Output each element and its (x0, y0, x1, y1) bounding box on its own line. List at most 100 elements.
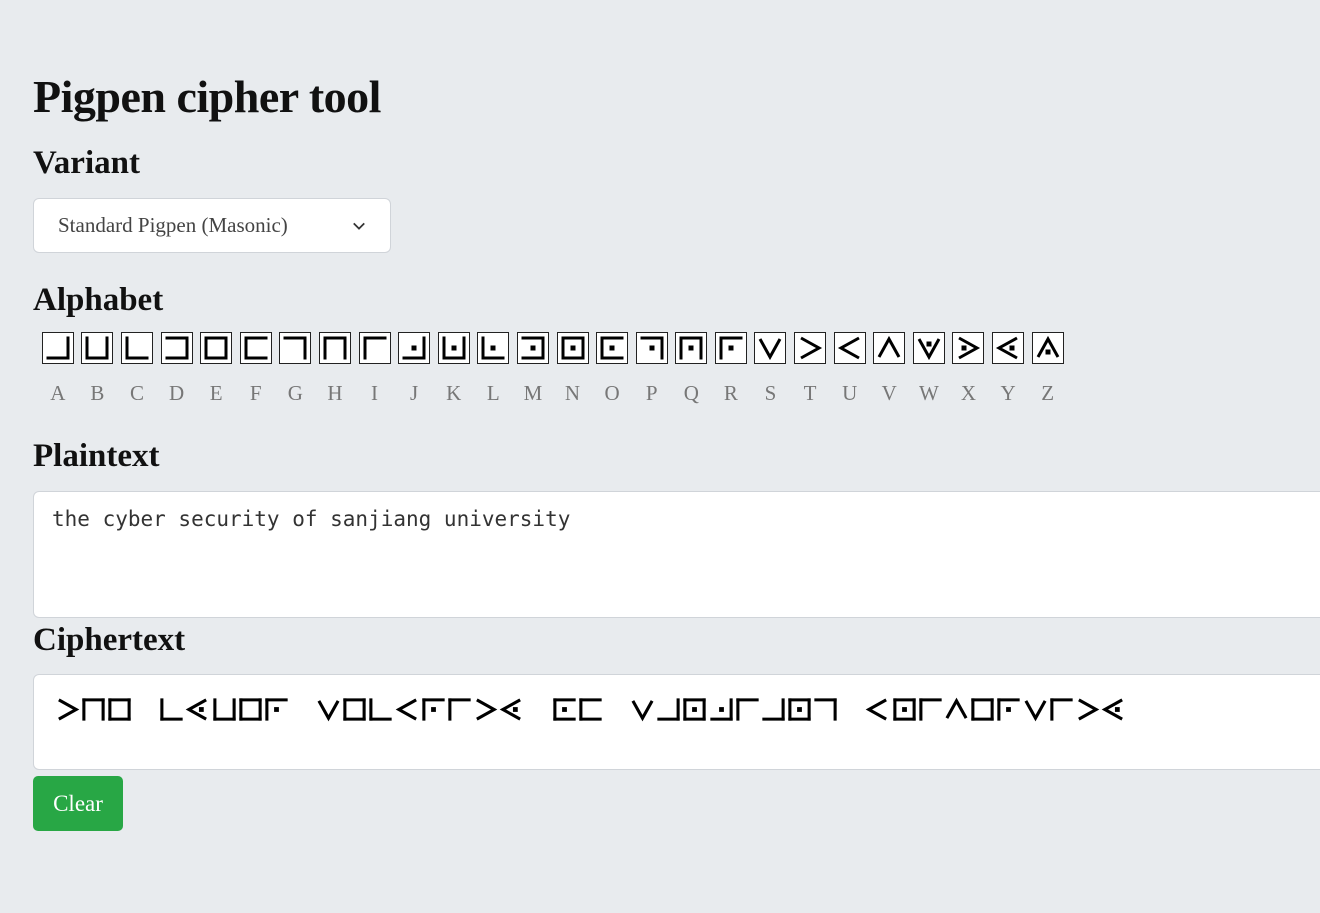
alphabet-entry: C (117, 332, 157, 406)
alphabet-letter: F (249, 381, 262, 405)
cipher-glyph-icon (106, 692, 132, 726)
pigpen-glyph-icon (200, 332, 233, 364)
cipher-glyph-icon (656, 692, 682, 726)
page-title: Pigpen cipher tool (33, 71, 381, 122)
cipher-glyph-icon (473, 692, 499, 726)
pigpen-glyph-icon (41, 332, 74, 364)
alphabet-entry: P (632, 332, 672, 406)
alphabet-letter: C (129, 381, 144, 405)
pigpen-glyph-icon (239, 332, 272, 364)
alphabet-entry: A (38, 332, 78, 406)
ciphertext-heading: Ciphertext (33, 622, 186, 658)
pigpen-glyph-icon (833, 332, 866, 364)
pigpen-glyph-icon (279, 332, 312, 364)
cipher-glyph-icon (760, 692, 786, 726)
pigpen-glyph-icon (1031, 332, 1064, 364)
alphabet-entry: S (751, 332, 791, 406)
plaintext-input[interactable]: the cyber security of sanjiang universit… (33, 491, 1320, 618)
pigpen-glyph-icon (477, 332, 510, 364)
alphabet-heading: Alphabet (33, 282, 164, 318)
cipher-glyph-icon (394, 692, 420, 726)
cipher-glyph-icon (970, 692, 996, 726)
variant-heading: Variant (33, 145, 140, 181)
alphabet-entry: F (236, 332, 276, 406)
alphabet-entry: Q (672, 332, 712, 406)
cipher-glyph-icon (1101, 692, 1127, 726)
alphabet-letter: O (604, 381, 620, 405)
alphabet-letter: D (168, 381, 185, 405)
clear-button[interactable]: Clear (33, 776, 123, 831)
alphabet-letter: A (50, 381, 66, 405)
alphabet-letter: G (287, 381, 303, 405)
cipher-glyph-icon (734, 692, 760, 726)
alphabet-entry: G (276, 332, 316, 406)
cipher-glyph-icon (1022, 692, 1048, 726)
alphabet-letter: J (410, 381, 419, 405)
cipher-glyph-icon (368, 692, 394, 726)
cipher-glyph-icon (237, 692, 263, 726)
alphabet-letter: S (764, 381, 777, 405)
cipher-glyph-icon (80, 692, 106, 726)
cipher-glyph-icon (682, 692, 708, 726)
alphabet-entry: I (355, 332, 395, 406)
alphabet-letter: B (90, 381, 105, 405)
pigpen-glyph-icon (635, 332, 668, 364)
alphabet-letter: H (327, 381, 343, 405)
pigpen-glyph-icon (437, 332, 470, 364)
variant-select[interactable]: Standard Pigpen (Masonic) (33, 198, 391, 253)
alphabet-entry: O (592, 332, 632, 406)
alphabet-letter: Z (1041, 381, 1055, 405)
cipher-glyph-icon (787, 692, 813, 726)
alphabet-entry: E (196, 332, 236, 406)
cipher-glyph-icon (420, 692, 446, 726)
alphabet-entry: Z (1028, 332, 1068, 406)
alphabet-table: ABCDE F GH I J KLMNO P QR S T UVWXY Z (38, 332, 1067, 406)
pigpen-glyph-icon (358, 332, 391, 364)
cipher-glyph-icon (1074, 692, 1100, 726)
pigpen-glyph-icon (398, 332, 431, 364)
alphabet-letter: U (842, 381, 858, 405)
pigpen-glyph-icon (120, 332, 153, 364)
pigpen-glyph-icon (675, 332, 708, 364)
cipher-glyph-icon (1048, 692, 1074, 726)
alphabet-entry: N (553, 332, 593, 406)
alphabet-letter: K (446, 381, 462, 405)
alphabet-letter: E (209, 381, 223, 405)
alphabet-entry: V (869, 332, 909, 406)
alphabet-letter: I (371, 381, 379, 405)
alphabet-entry: L (474, 332, 514, 406)
cipher-glyph-icon (263, 692, 289, 726)
pigpen-glyph-icon (81, 332, 114, 364)
pigpen-glyph-icon (992, 332, 1025, 364)
alphabet-letter: M (523, 381, 543, 405)
pigpen-glyph-icon (794, 332, 827, 364)
cipher-glyph-icon (813, 692, 839, 726)
alphabet-letter: P (645, 381, 658, 405)
cipher-glyph-icon (917, 692, 943, 726)
pigpen-glyph-icon (160, 332, 193, 364)
alphabet-entry: X (949, 332, 989, 406)
ciphertext-output[interactable] (33, 674, 1320, 770)
alphabet-letter: V (881, 381, 897, 405)
alphabet-entry: H (315, 332, 355, 406)
cipher-glyph-icon (342, 692, 368, 726)
cipher-glyph-icon (943, 692, 969, 726)
alphabet-letter: Y (1000, 381, 1016, 405)
alphabet-entry: R (711, 332, 751, 406)
alphabet-entry: U (830, 332, 870, 406)
ciphertext-line (54, 691, 1312, 727)
cipher-glyph-icon (159, 692, 185, 726)
cipher-glyph-icon (708, 692, 734, 726)
chevron-down-icon (353, 222, 365, 230)
alphabet-letter: R (723, 381, 738, 405)
cipher-glyph-icon (316, 692, 342, 726)
alphabet-entry: Y (988, 332, 1028, 406)
cipher-glyph-icon (499, 692, 525, 726)
cipher-glyph-icon (551, 692, 577, 726)
pigpen-glyph-icon (754, 332, 787, 364)
cipher-glyph-icon (996, 692, 1022, 726)
alphabet-letter: W (918, 381, 939, 405)
pigpen-glyph-icon (714, 332, 747, 364)
alphabet-letter: L (486, 381, 500, 405)
variant-select-value: Standard Pigpen (Masonic) (58, 213, 288, 237)
